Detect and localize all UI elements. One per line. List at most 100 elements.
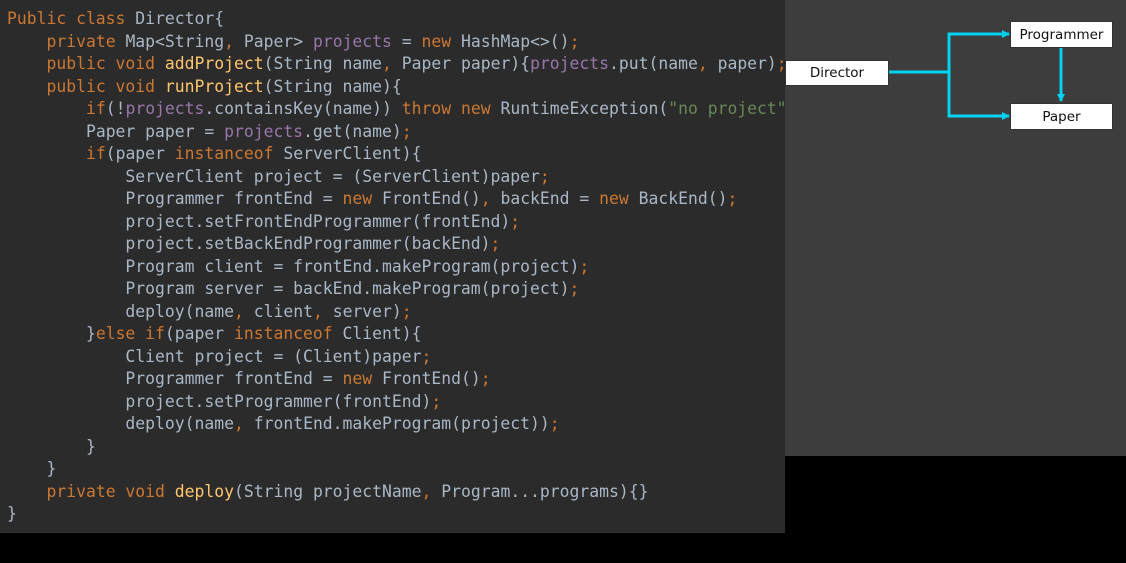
code-token: ; [510, 211, 521, 231]
code-token: server) [332, 301, 402, 321]
code-token: , [382, 54, 402, 73]
code-token: deploy(name [125, 301, 234, 321]
code-token: new [342, 369, 383, 388]
code-token: private [46, 31, 126, 51]
code-line: if(!projects.containsKey(name)) throw ne… [7, 98, 806, 121]
code-token: , [233, 301, 254, 321]
code-token: } [85, 324, 96, 343]
code-token: HashMap<>() [461, 31, 570, 51]
code-token: project.setProgrammer(frontEnd) [125, 391, 432, 411]
code-line: } [7, 503, 806, 526]
code-line: } [7, 458, 806, 481]
code-token: new [599, 189, 639, 208]
code-token: project.setBackEndProgrammer(backEnd) [125, 234, 491, 253]
code-line: }else if(paper instanceof Client){ [7, 323, 806, 346]
code-token: deploy [174, 481, 234, 501]
code-token: backEnd = [500, 189, 600, 208]
code-token: Paper paper = [85, 121, 225, 141]
code-token: client [253, 301, 313, 321]
code-token: (paper [105, 144, 175, 163]
code-token: instanceof [174, 144, 284, 163]
code-token: else if [95, 324, 165, 343]
code-token: ; [401, 301, 412, 321]
code-token: ; [401, 121, 412, 141]
code-line: Client project = (Client)paper; [7, 346, 806, 369]
code-line: project.setProgrammer(frontEnd); [7, 391, 806, 414]
code-token: paper) [717, 54, 777, 73]
code-line: Program client = frontEnd.makeProgram(pr… [7, 256, 806, 279]
code-token: Director{ [135, 9, 225, 28]
code-token: Paper> [243, 31, 313, 51]
code-token: Public class [7, 9, 136, 28]
code-line: private void deploy(String projectName, … [7, 481, 806, 504]
code-token: , [480, 189, 501, 208]
code-token: project.setFrontEndProgrammer(frontEnd) [125, 211, 511, 231]
edge-director-to-programmer [947, 30, 1010, 72]
code-editor-panel: Public class Director{ private Map<Strin… [0, 0, 806, 533]
code-token: .put(name [609, 54, 698, 73]
code-block: Public class Director{ private Map<Strin… [7, 8, 806, 526]
code-token: Program server = backEnd.makeProgram(pro… [125, 279, 570, 298]
code-token: ; [549, 414, 560, 433]
code-token: ; [431, 391, 442, 411]
code-token: ServerClient){ [283, 144, 422, 163]
code-line: private Map<String, Paper> projects = ne… [7, 31, 806, 54]
director-node: Director [785, 60, 889, 86]
edge-director-to-paper [947, 72, 1010, 120]
code-token: projects [530, 54, 610, 73]
code-token: if [85, 99, 106, 118]
class-diagram-panel: Director Programmer Paper [785, 0, 1126, 456]
code-line: public void runProject(String name){ [7, 76, 806, 99]
code-token: } [85, 436, 96, 456]
code-token: projects [125, 99, 205, 118]
code-line: if(paper instanceof ServerClient){ [7, 143, 806, 166]
code-token: private void [46, 481, 175, 501]
code-token: Client){ [342, 324, 422, 343]
code-token: RuntimeException( [500, 99, 669, 118]
code-token: new [342, 189, 383, 208]
code-token: Map<String [125, 31, 225, 51]
code-token: (String name){ [263, 76, 402, 96]
code-token: FrontEnd() [382, 189, 481, 208]
code-token: new [421, 31, 461, 51]
code-token: public void [46, 54, 165, 73]
code-token: projects [224, 121, 304, 141]
code-token: Paper paper){ [401, 54, 531, 73]
code-token: ; [421, 346, 432, 366]
code-token: Programmer frontEnd = [125, 189, 343, 208]
code-token: , [233, 414, 254, 433]
code-token: (paper [164, 324, 234, 343]
code-token: addProject [164, 54, 264, 73]
code-token: ; [569, 31, 580, 51]
code-line: deploy(name, client, server); [7, 301, 806, 324]
code-token: , [421, 481, 442, 501]
code-token: ; [539, 166, 550, 186]
code-token: Program client = frontEnd.makeProgram(pr… [125, 256, 580, 276]
code-token: , [697, 54, 718, 73]
programmer-node: Programmer [1010, 21, 1113, 48]
code-token: frontEnd.makeProgram(project)) [253, 414, 550, 433]
code-token: if [85, 144, 106, 163]
code-line: project.setBackEndProgrammer(backEnd); [7, 233, 806, 256]
code-token: instanceof [233, 324, 343, 343]
code-line: public void addProject(String name, Pape… [7, 53, 806, 76]
code-token: BackEnd() [638, 189, 728, 208]
code-token: , [312, 301, 333, 321]
code-token: FrontEnd() [382, 369, 481, 388]
code-token: Program...programs){} [441, 481, 649, 501]
code-token: Programmer frontEnd = [125, 369, 343, 388]
